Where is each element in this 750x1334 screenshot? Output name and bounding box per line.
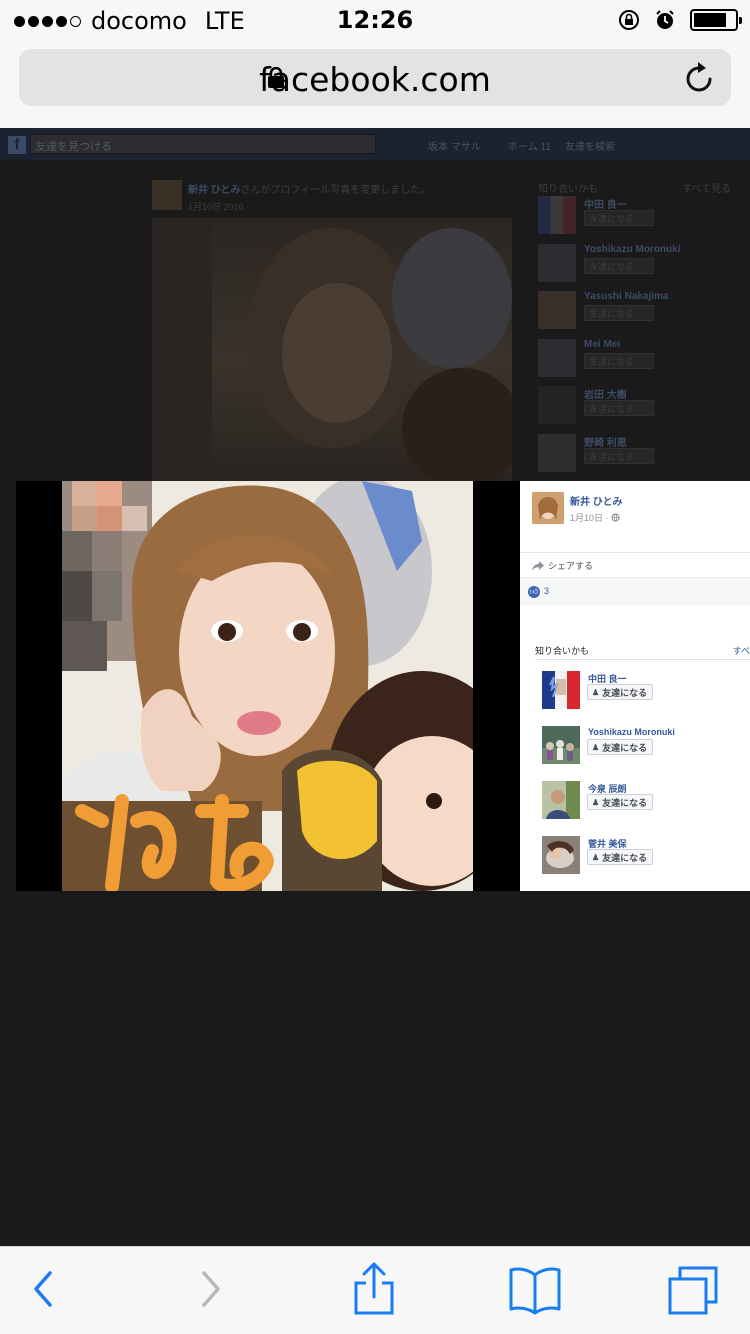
- person-name[interactable]: Yoshikazu Moronuki: [584, 244, 681, 255]
- facebook-top-bar: f 友達を見つける 坂本 マサル ホーム 11 友達を検索: [0, 128, 750, 160]
- avatar: [152, 180, 182, 210]
- add-friend-label: 友達になる: [602, 687, 648, 698]
- post-author[interactable]: 新井 ひとみ: [570, 493, 622, 508]
- add-friend-button[interactable]: ♟ 友達になる: [587, 684, 654, 700]
- likes-bar: 👍︎ 3: [520, 577, 750, 605]
- battery-icon: [690, 9, 742, 31]
- avatar: [538, 386, 576, 424]
- background-photo: [152, 218, 512, 481]
- add-friend-button[interactable]: 友達になる: [584, 400, 654, 416]
- avatar: [538, 339, 576, 377]
- back-arrow-icon[interactable]: [30, 1267, 56, 1311]
- facebook-search-input[interactable]: 友達を見つける: [30, 134, 376, 154]
- avatar: [538, 291, 576, 329]
- add-friend-icon: ♟: [592, 742, 600, 752]
- add-friend-button[interactable]: ♟ 友達になる: [587, 794, 654, 810]
- share-arrow-icon: [532, 560, 544, 571]
- background-post: 新井 ひとみさんがプロフィール写真を変更しました。 1月10日 2016 ·: [152, 176, 512, 481]
- url-text: facebook.com: [259, 60, 491, 99]
- add-friend-button[interactable]: 友達になる: [584, 353, 654, 369]
- pymk-see-all-link[interactable]: すべ: [733, 644, 750, 657]
- list-item: Mei Mei 友達になる: [538, 339, 728, 377]
- person-name[interactable]: 岩田 大樹: [584, 386, 627, 401]
- add-friend-button[interactable]: ♟ 友達になる: [587, 739, 654, 755]
- add-friend-button[interactable]: 友達になる: [584, 210, 654, 226]
- reload-icon[interactable]: [685, 61, 715, 93]
- add-friend-button[interactable]: 友達になる: [584, 258, 654, 274]
- forward-arrow-icon[interactable]: [198, 1267, 224, 1311]
- share-label: シェアする: [548, 561, 594, 571]
- person-name[interactable]: Mei Mei: [584, 339, 620, 350]
- person-name[interactable]: Yasushi Nakajima: [584, 291, 669, 302]
- alarm-icon: [656, 10, 674, 29]
- avatar[interactable]: [542, 836, 580, 874]
- rotation-lock-icon: [619, 10, 639, 30]
- list-item: 中田 良一 ♟ 友達になる: [542, 671, 742, 709]
- add-friend-button[interactable]: 友達になる: [584, 448, 654, 464]
- pymk-title: 知り合いかも: [535, 646, 590, 656]
- avatar[interactable]: [542, 671, 580, 709]
- add-friend-icon: ♟: [592, 687, 600, 697]
- globe-icon: [611, 513, 620, 522]
- browser-toolbar: [0, 1246, 750, 1334]
- add-friend-label: 友達になる: [602, 742, 648, 753]
- divider: [535, 659, 750, 660]
- avatar: [538, 434, 576, 472]
- list-item: Yoshikazu Moronuki 友達になる: [538, 244, 728, 282]
- add-friend-icon: ♟: [592, 852, 600, 862]
- add-friend-button[interactable]: 友達になる: [584, 305, 654, 321]
- pymk-title: 知り合いかも: [538, 184, 598, 195]
- list-item: 岩田 大樹 友達になる: [538, 386, 728, 424]
- main-photo[interactable]: [62, 481, 473, 891]
- divider: [520, 552, 750, 553]
- like-thumb-icon: 👍︎: [528, 586, 540, 598]
- post-action: さんがプロフィール写真を変更しました。: [240, 185, 431, 196]
- add-friend-label: 友達になる: [602, 852, 648, 863]
- list-item: Yasushi Nakajima 友達になる: [538, 291, 728, 329]
- avatar[interactable]: [542, 781, 580, 819]
- avatar[interactable]: [542, 726, 580, 764]
- add-friend-icon: ♟: [592, 797, 600, 807]
- address-bar[interactable]: facebook.com: [19, 49, 731, 106]
- post-date-row: 1月10日 ·: [570, 511, 620, 524]
- nav-find-friends[interactable]: 友達を検索: [565, 138, 615, 153]
- avatar[interactable]: [532, 492, 564, 524]
- nav-user[interactable]: 坂本 マサル: [428, 138, 481, 153]
- likes-count[interactable]: 3: [544, 586, 549, 596]
- tabs-icon[interactable]: [666, 1265, 720, 1317]
- person-name[interactable]: Yoshikazu Moronuki: [588, 727, 675, 737]
- photo-side-panel: 新井 ひとみ 1月10日 · シェアする 👍︎ 3 知り合いかも すべ 中田 良…: [520, 481, 750, 891]
- person-name[interactable]: 中田 良一: [584, 196, 627, 211]
- person-name[interactable]: 野崎 利恵: [584, 434, 627, 449]
- list-item: Yoshikazu Moronuki ♟ 友達になる: [542, 726, 742, 764]
- bookmarks-icon[interactable]: [508, 1265, 562, 1315]
- avatar: [538, 244, 576, 282]
- list-item: 野崎 利恵 友達になる: [538, 434, 728, 472]
- share-icon[interactable]: [352, 1261, 396, 1317]
- browser-header: facebook.com: [0, 40, 750, 128]
- avatar: [538, 196, 576, 234]
- photo-lightbox: 新井 ひとみ 1月10日 · シェアする 👍︎ 3 知り合いかも すべ 中田 良…: [16, 481, 750, 891]
- share-button[interactable]: シェアする: [532, 559, 593, 572]
- pymk-see-all[interactable]: すべて見る: [682, 180, 731, 195]
- nav-home[interactable]: ホーム 11: [508, 138, 551, 153]
- list-item: 菅井 美保 ♟ 友達になる: [542, 836, 742, 874]
- add-friend-button[interactable]: ♟ 友達になる: [587, 849, 654, 865]
- add-friend-label: 友達になる: [602, 797, 648, 808]
- post-date[interactable]: 1月10日 ·: [570, 513, 609, 523]
- photo-stage[interactable]: [16, 481, 520, 891]
- post-date: 1月10日 2016 ·: [188, 202, 250, 212]
- list-item: 中田 良一 友達になる: [538, 196, 728, 234]
- list-item: 今泉 辰朗 ♟ 友達になる: [542, 781, 742, 819]
- background-sidebar: 知り合いかも すべて見る 中田 良一 友達になる Yoshikazu Moron…: [532, 176, 737, 476]
- post-author[interactable]: 新井 ひとみ: [188, 185, 240, 196]
- facebook-logo-icon: f: [8, 136, 26, 154]
- status-bar: docomo LTE 12:26: [0, 0, 750, 40]
